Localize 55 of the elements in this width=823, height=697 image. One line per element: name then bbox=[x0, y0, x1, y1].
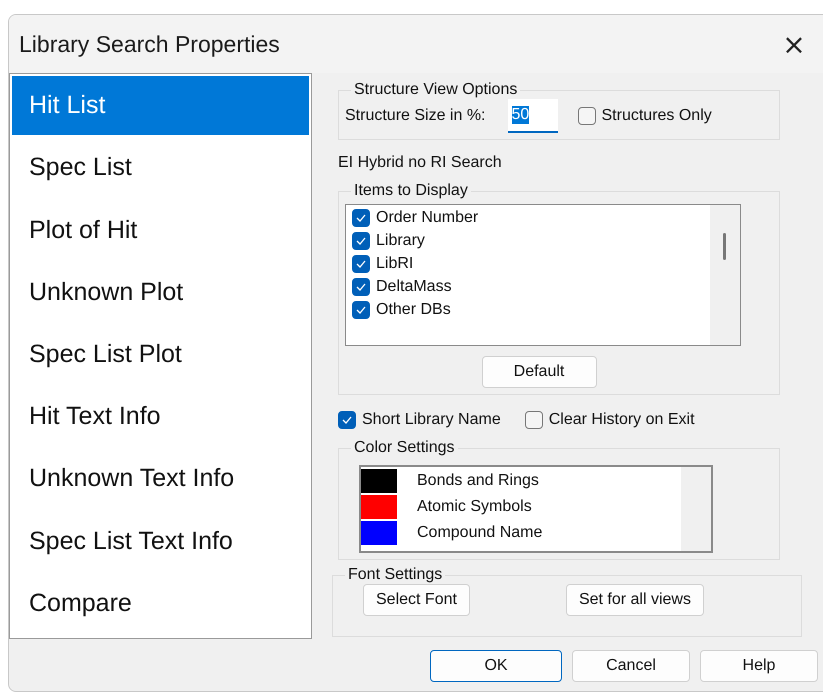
checkbox[interactable] bbox=[352, 209, 370, 227]
checkbox-label: Clear History on Exit bbox=[548, 411, 695, 429]
color-swatch[interactable] bbox=[361, 495, 397, 519]
group-title: Items to Display bbox=[353, 182, 469, 200]
list-item[interactable]: LibRI bbox=[376, 255, 414, 273]
check-icon bbox=[356, 214, 366, 222]
dialog-button[interactable]: Help bbox=[700, 650, 818, 682]
close-button[interactable]: × bbox=[774, 24, 814, 64]
scrollbar[interactable] bbox=[710, 205, 740, 345]
check-icon bbox=[356, 283, 366, 291]
group-title: Font Settings bbox=[347, 566, 444, 584]
checkbox[interactable] bbox=[524, 411, 543, 429]
category-item[interactable]: Compare bbox=[12, 574, 309, 633]
list-item[interactable]: Bonds and Rings bbox=[417, 472, 539, 490]
dialog-button[interactable]: Cancel bbox=[572, 650, 690, 682]
category-item[interactable]: Unknown Text Info bbox=[12, 449, 309, 509]
list-item[interactable]: Atomic Symbols bbox=[417, 498, 532, 516]
color-swatch[interactable] bbox=[361, 521, 397, 545]
check-icon bbox=[342, 416, 352, 424]
default-button[interactable]: Default bbox=[482, 356, 596, 388]
check-icon bbox=[356, 237, 366, 245]
checkbox[interactable] bbox=[352, 278, 370, 296]
checkbox[interactable] bbox=[578, 107, 596, 125]
list-item[interactable]: Other DBs bbox=[376, 301, 451, 319]
font-button[interactable]: Select Font bbox=[363, 584, 470, 616]
category-item[interactable]: Unknown Plot bbox=[12, 262, 309, 322]
search-type-label: EI Hybrid no RI Search bbox=[338, 154, 503, 172]
scroll-thumb[interactable] bbox=[723, 233, 726, 260]
font-button[interactable]: Set for all views bbox=[566, 584, 704, 616]
scrollbar[interactable] bbox=[681, 467, 711, 551]
group-title: Color Settings bbox=[353, 439, 456, 457]
checkbox-label: Structures Only bbox=[602, 107, 712, 125]
check-icon bbox=[356, 260, 366, 268]
window-title: Library Search Properties bbox=[19, 30, 280, 58]
category-item[interactable]: Spec List Text Info bbox=[12, 512, 309, 571]
input-field[interactable]: 50 bbox=[508, 99, 558, 133]
checkbox[interactable] bbox=[352, 301, 370, 319]
color-swatch[interactable] bbox=[361, 469, 397, 493]
group-title: Structure View Options bbox=[353, 81, 518, 99]
checkbox[interactable] bbox=[352, 232, 370, 250]
category-item[interactable]: Plot of Hit bbox=[12, 200, 309, 260]
dialog-button[interactable]: OK bbox=[430, 650, 562, 682]
list-item[interactable]: Order Number bbox=[376, 209, 478, 227]
category-item[interactable]: Hit List bbox=[12, 76, 309, 136]
list-item[interactable]: Compound Name bbox=[417, 524, 542, 542]
checkbox[interactable] bbox=[352, 255, 370, 273]
list-item[interactable]: DeltaMass bbox=[376, 278, 452, 296]
checkbox[interactable] bbox=[338, 411, 356, 429]
category-item[interactable]: Spec List bbox=[12, 138, 309, 198]
category-item[interactable]: Spec List Plot bbox=[12, 324, 309, 384]
check-icon bbox=[356, 306, 366, 314]
checkbox-label: Short Library Name bbox=[362, 411, 501, 429]
category-item[interactable]: Hit Text Info bbox=[12, 387, 309, 446]
list-item[interactable]: Library bbox=[376, 232, 425, 250]
field-label: Structure Size in %: bbox=[345, 107, 486, 125]
